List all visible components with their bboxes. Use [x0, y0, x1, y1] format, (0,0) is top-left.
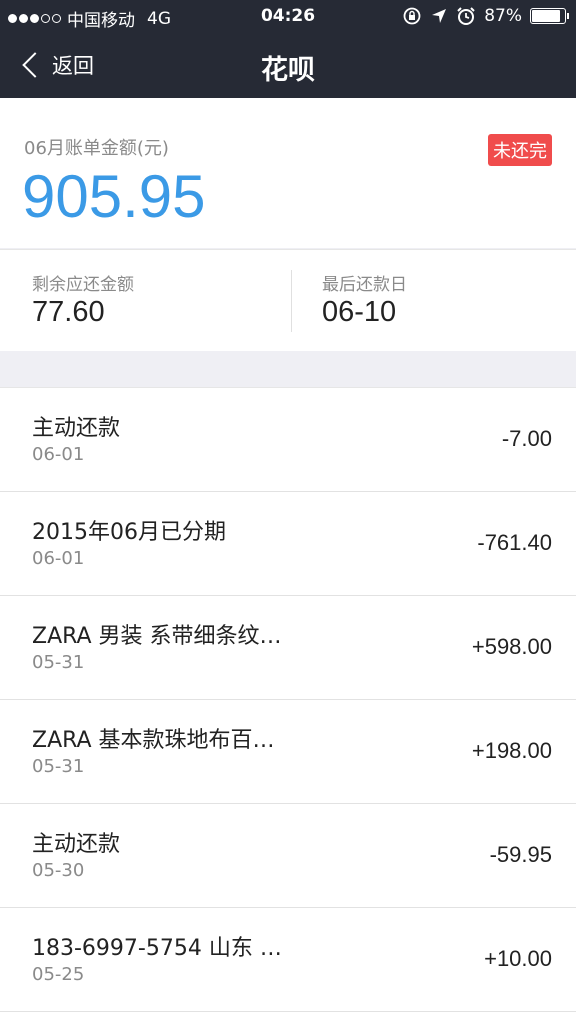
transaction-name: 主动还款 [32, 832, 121, 857]
transaction-date: 06-01 [32, 548, 85, 569]
transaction-name: ZARA 男装 系带细条纹… [32, 624, 282, 649]
transaction-name: 2015年06月已分期 [32, 520, 226, 545]
transaction-date: 05-30 [32, 860, 85, 881]
bill-summary-card: 06月账单金额(元) 905.95 未还完 [0, 98, 576, 248]
status-badge: 未还完 [488, 134, 552, 166]
transaction-date: 05-31 [32, 652, 85, 673]
rotation-lock-icon [403, 7, 421, 25]
list-item[interactable]: 主动还款 06-01 -7.00 [0, 388, 576, 492]
battery-percent: 87% [484, 6, 522, 26]
transaction-date: 05-25 [32, 964, 85, 985]
due-date-label: 最后还款日 [322, 275, 407, 295]
remaining-amount-label: 剩余应还金额 [32, 275, 134, 295]
remaining-amount-value: 77.60 [32, 296, 105, 328]
top-bar: 中国移动 4G 04:26 87% 返回 花呗 [0, 0, 576, 98]
alarm-clock-icon [457, 7, 475, 25]
transaction-amount: -761.40 [477, 530, 552, 555]
transaction-date: 06-01 [32, 444, 85, 465]
bill-amount: 905.95 [22, 163, 206, 230]
list-item[interactable]: ZARA 基本款珠地布百… 05-31 +198.00 [0, 700, 576, 804]
transaction-list: 主动还款 06-01 -7.00 2015年06月已分期 06-01 -761.… [0, 387, 576, 1024]
info-divider [291, 270, 292, 332]
due-date-value: 06-10 [322, 296, 397, 328]
status-bar: 中国移动 4G 04:26 87% [0, 0, 576, 34]
transaction-amount: -59.95 [489, 842, 552, 867]
list-item[interactable]: 2015年06月已分期 06-01 -761.40 [0, 492, 576, 596]
page-title: 花呗 [261, 55, 315, 86]
status-right: 87% [402, 6, 569, 26]
nav-bar: 返回 花呗 [0, 34, 576, 98]
battery-icon [530, 8, 569, 24]
transaction-amount: +598.00 [471, 634, 552, 659]
transaction-amount: +198.00 [471, 738, 552, 763]
transaction-name: 主动还款 [32, 416, 121, 441]
transaction-amount: -7.00 [501, 426, 552, 451]
list-item[interactable]: ZARA 男装 系带细条纹… 05-31 +598.00 [0, 596, 576, 700]
location-arrow-icon [432, 9, 447, 23]
transaction-date: 05-31 [32, 756, 85, 777]
list-item[interactable]: 主动还款 05-30 -59.95 [0, 804, 576, 908]
bill-amount-label: 06月账单金额(元) [24, 138, 169, 159]
transaction-amount: +10.00 [484, 946, 552, 971]
repayment-info: 剩余应还金额 77.60 最后还款日 06-10 [0, 249, 576, 351]
transaction-name: ZARA 基本款珠地布百… [32, 728, 275, 753]
transaction-name: 183-6997-5754 山东 … [32, 936, 282, 961]
list-item[interactable]: 183-6997-5754 山东 … 05-25 +10.00 [0, 908, 576, 1012]
